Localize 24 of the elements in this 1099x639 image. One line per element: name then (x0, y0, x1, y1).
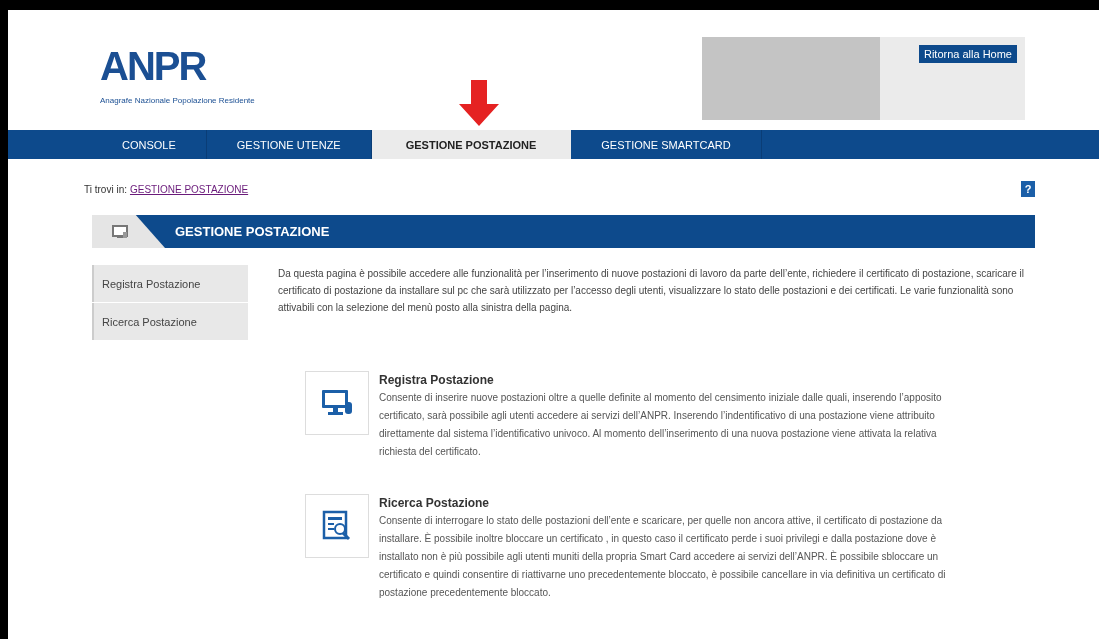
feature-title: Ricerca Postazione (379, 496, 491, 510)
breadcrumb-label: Ti trovi in: (84, 183, 127, 195)
home-button[interactable]: Ritorna alla Home (918, 45, 1017, 63)
nav-tab[interactable]: CONSOLE (92, 130, 207, 159)
feature-icon-card[interactable] (305, 371, 369, 435)
monitor-icon (321, 388, 353, 418)
feature-icon-card[interactable] (305, 494, 369, 558)
logo-subtitle: Anagrafe Nazionale Popolazione Residente (100, 96, 256, 105)
nav-tab[interactable]: GESTIONE POSTAZIONE (371, 130, 572, 159)
feature-description: Consente di interrogare lo stato delle postazioni dell’ente e scaricare, per quelle non ancora attive, il certificato di postazione da installare. È possibile inoltre bloccare un certificato , in questo caso il certificato perde i suoi privilegi e dalla postazione dove è installato non è più possibile agli utenti muniti della propria Smart Card accedere ai servizi dell’ANPR. È possibile sbloccare un certificato e quindi consentire di riattivarne uno precedentemente bloccato, è possibile cancellare in via definitiva un certificato di postazione precedentemente bloccato. (379, 514, 947, 600)
logo-text: ANPR (100, 46, 207, 86)
nav-tab[interactable]: GESTIONE SMARTCARD (571, 130, 762, 159)
sidebar-item[interactable]: Ricerca Postazione (92, 303, 248, 340)
sidebar-item[interactable]: Registra Postazione (92, 265, 248, 302)
help-button[interactable]: ? (1021, 181, 1035, 197)
search-document-icon (322, 510, 352, 542)
intro-text: Da questa pagina è possibile accedere alle funzionalità per l’inserimento di nuove postazioni di lavoro da parte dell’ente, richiedere il certificato di postazione, scaricare il certificato di postazione da installare sul pc che sarà utilizzato per l’accesso degli utenti, visualizzare lo stato delle postazioni e dei certificati. Le varie funzionalità sono attivabili con la selezione del menù posto alla sinistra della pagina. (278, 267, 1025, 315)
nav-tab[interactable]: GESTIONE UTENZE (206, 130, 372, 159)
breadcrumb-link[interactable]: GESTIONE POSTAZIONE (129, 183, 249, 195)
feature-description: Consente di inserire nuove postazioni oltre a quelle definite al momento del censimento iniziale dalle quali, inserendo l’apposito certificato, sarà possibile agli utenti accedere ai servizi dell’ANPR. Inserendo l’indentificativo di una postazione viene attribuito direttamente dal sistema l’identificativo univoco. Al momento dell’inserimento di una nuova postazione viene attivata la relativa richiesta del certificato. (379, 391, 943, 459)
section-title: GESTIONE POSTAZIONE (175, 224, 330, 239)
feature-title: Registra Postazione (379, 373, 495, 387)
monitor-icon (111, 224, 128, 239)
arrow-down-icon (459, 80, 499, 126)
